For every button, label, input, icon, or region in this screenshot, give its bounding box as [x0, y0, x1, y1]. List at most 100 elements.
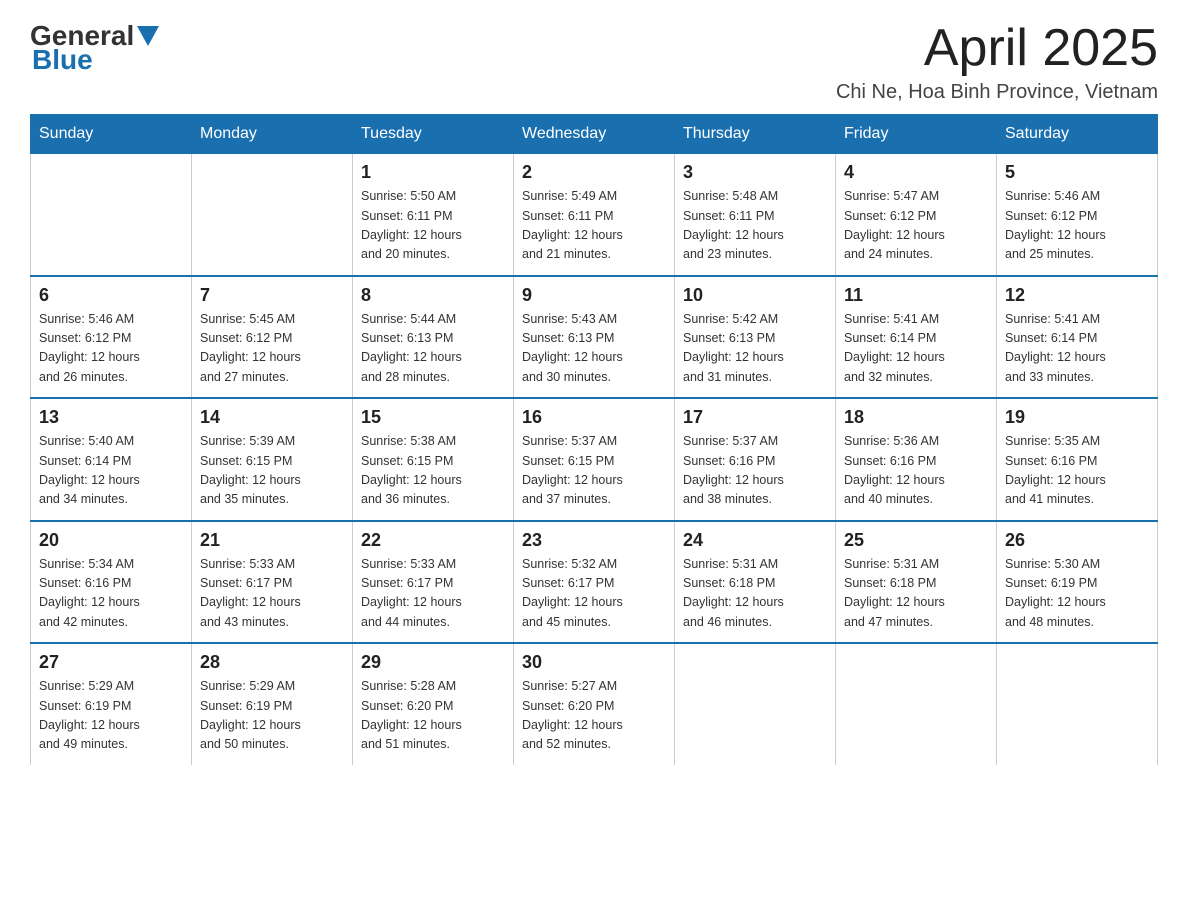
calendar-cell: 6Sunrise: 5:46 AM Sunset: 6:12 PM Daylig…	[31, 276, 192, 399]
calendar-cell: 7 Sunrise: 5:45 AM Sunset: 6:12 PM Daylig…	[192, 276, 353, 399]
day-info: Sunrise: 5:29 AM Sunset: 6:19 PM Dayligh…	[200, 677, 344, 755]
day-info: Sunrise: 5:49 AM Sunset: 6:11 PM Dayligh…	[522, 187, 666, 265]
calendar-cell: 27Sunrise: 5:29 AM Sunset: 6:19 PM Dayli…	[31, 643, 192, 765]
calendar-week-row: 1 Sunrise: 5:50 AM Sunset: 6:11 PM Daylig…	[31, 154, 1158, 276]
day-number: 3	[683, 162, 827, 183]
calendar-week-row: 20Sunrise: 5:34 AM Sunset: 6:16 PM Dayli…	[31, 521, 1158, 644]
weekday-header-sunday: Sunday	[31, 115, 192, 154]
day-info: Sunrise: 5:28 AM Sunset: 6:20 PM Dayligh…	[361, 677, 505, 755]
day-number: 24	[683, 530, 827, 551]
day-number: 4	[844, 162, 988, 183]
day-number: 22	[361, 530, 505, 551]
logo-triangle-icon	[137, 26, 159, 48]
day-info: Sunrise: 5:31 AM Sunset: 6:18 PM Dayligh…	[844, 555, 988, 633]
day-info: Sunrise: 5:38 AM Sunset: 6:15 PM Dayligh…	[361, 432, 505, 510]
day-number: 10	[683, 285, 827, 306]
day-info: Sunrise: 5:40 AM Sunset: 6:14 PM Dayligh…	[39, 432, 183, 510]
calendar-cell	[192, 154, 353, 276]
day-number: 9	[522, 285, 666, 306]
calendar-cell: 3 Sunrise: 5:48 AM Sunset: 6:11 PM Daylig…	[675, 154, 836, 276]
logo-text-blue: Blue	[32, 44, 93, 76]
day-number: 20	[39, 530, 183, 551]
day-info: Sunrise: 5:39 AM Sunset: 6:15 PM Dayligh…	[200, 432, 344, 510]
day-number: 2	[522, 162, 666, 183]
calendar-cell: 8 Sunrise: 5:44 AM Sunset: 6:13 PM Daylig…	[353, 276, 514, 399]
day-number: 11	[844, 285, 988, 306]
day-number: 7	[200, 285, 344, 306]
day-info: Sunrise: 5:44 AM Sunset: 6:13 PM Dayligh…	[361, 310, 505, 388]
day-info: Sunrise: 5:30 AM Sunset: 6:19 PM Dayligh…	[1005, 555, 1149, 633]
day-info: Sunrise: 5:43 AM Sunset: 6:13 PM Dayligh…	[522, 310, 666, 388]
day-info: Sunrise: 5:41 AM Sunset: 6:14 PM Dayligh…	[1005, 310, 1149, 388]
day-info: Sunrise: 5:37 AM Sunset: 6:16 PM Dayligh…	[683, 432, 827, 510]
location-title: Chi Ne, Hoa Binh Province, Vietnam	[836, 81, 1158, 104]
calendar-cell: 20Sunrise: 5:34 AM Sunset: 6:16 PM Dayli…	[31, 521, 192, 644]
calendar-cell: 30Sunrise: 5:27 AM Sunset: 6:20 PM Dayli…	[514, 643, 675, 765]
calendar-table: SundayMondayTuesdayWednesdayThursdayFrid…	[30, 114, 1158, 765]
calendar-week-row: 27 Sunrise: 5:29 AM Sunset: 6:19 PM Dayli…	[31, 643, 1158, 765]
weekday-header-saturday: Saturday	[997, 115, 1158, 154]
calendar-cell: 9 Sunrise: 5:43 AM Sunset: 6:13 PM Daylig…	[514, 276, 675, 399]
calendar-cell: 15 Sunrise: 5:38 AM Sunset: 6:15 PM Dayli…	[353, 398, 514, 521]
day-number: 17	[683, 407, 827, 428]
calendar-cell: 12 Sunrise: 5:41 AM Sunset: 6:14 PM Dayli…	[997, 276, 1158, 399]
day-info: Sunrise: 5:47 AM Sunset: 6:12 PM Dayligh…	[844, 187, 988, 265]
day-number: 8	[361, 285, 505, 306]
day-info: Sunrise: 5:46 AM Sunset: 6:12 PM Dayligh…	[39, 310, 183, 388]
day-number: 15	[361, 407, 505, 428]
calendar-cell: 10 Sunrise: 5:42 AM Sunset: 6:13 PM Dayli…	[675, 276, 836, 399]
day-number: 23	[522, 530, 666, 551]
day-number: 28	[200, 652, 344, 673]
calendar-cell	[675, 643, 836, 765]
day-number: 5	[1005, 162, 1149, 183]
day-info: Sunrise: 5:50 AM Sunset: 6:11 PM Dayligh…	[361, 187, 505, 265]
weekday-header-wednesday: Wednesday	[514, 115, 675, 154]
day-info: Sunrise: 5:48 AM Sunset: 6:11 PM Dayligh…	[683, 187, 827, 265]
day-number: 13	[39, 407, 183, 428]
title-section: April 2025 Chi Ne, Hoa Binh Province, Vi…	[836, 20, 1158, 104]
day-info: Sunrise: 5:31 AM Sunset: 6:18 PM Dayligh…	[683, 555, 827, 633]
day-info: Sunrise: 5:37 AM Sunset: 6:15 PM Dayligh…	[522, 432, 666, 510]
calendar-cell: 14Sunrise: 5:39 AM Sunset: 6:15 PM Dayli…	[192, 398, 353, 521]
day-number: 16	[522, 407, 666, 428]
day-number: 29	[361, 652, 505, 673]
weekday-header-friday: Friday	[836, 115, 997, 154]
calendar-cell: 2 Sunrise: 5:49 AM Sunset: 6:11 PM Daylig…	[514, 154, 675, 276]
calendar-cell: 22Sunrise: 5:33 AM Sunset: 6:17 PM Dayli…	[353, 521, 514, 644]
calendar-cell: 26 Sunrise: 5:30 AM Sunset: 6:19 PM Dayli…	[997, 521, 1158, 644]
calendar-cell: 29 Sunrise: 5:28 AM Sunset: 6:20 PM Dayli…	[353, 643, 514, 765]
month-title: April 2025	[836, 20, 1158, 77]
day-info: Sunrise: 5:32 AM Sunset: 6:17 PM Dayligh…	[522, 555, 666, 633]
calendar-cell: 4 Sunrise: 5:47 AM Sunset: 6:12 PM Daylig…	[836, 154, 997, 276]
weekday-header-thursday: Thursday	[675, 115, 836, 154]
calendar-cell	[997, 643, 1158, 765]
calendar-cell: 16 Sunrise: 5:37 AM Sunset: 6:15 PM Dayli…	[514, 398, 675, 521]
calendar-cell: 1 Sunrise: 5:50 AM Sunset: 6:11 PM Daylig…	[353, 154, 514, 276]
weekday-header-tuesday: Tuesday	[353, 115, 514, 154]
calendar-cell	[31, 154, 192, 276]
day-number: 30	[522, 652, 666, 673]
calendar-cell: 19 Sunrise: 5:35 AM Sunset: 6:16 PM Dayli…	[997, 398, 1158, 521]
calendar-cell: 28 Sunrise: 5:29 AM Sunset: 6:19 PM Dayli…	[192, 643, 353, 765]
day-info: Sunrise: 5:36 AM Sunset: 6:16 PM Dayligh…	[844, 432, 988, 510]
day-info: Sunrise: 5:35 AM Sunset: 6:16 PM Dayligh…	[1005, 432, 1149, 510]
calendar-cell: 24 Sunrise: 5:31 AM Sunset: 6:18 PM Dayli…	[675, 521, 836, 644]
calendar-cell: 21Sunrise: 5:33 AM Sunset: 6:17 PM Dayli…	[192, 521, 353, 644]
logo: General Blue	[30, 20, 159, 76]
day-number: 19	[1005, 407, 1149, 428]
day-info: Sunrise: 5:45 AM Sunset: 6:12 PM Dayligh…	[200, 310, 344, 388]
day-number: 26	[1005, 530, 1149, 551]
calendar-cell: 11Sunrise: 5:41 AM Sunset: 6:14 PM Dayli…	[836, 276, 997, 399]
day-number: 1	[361, 162, 505, 183]
calendar-cell	[836, 643, 997, 765]
calendar-cell: 25Sunrise: 5:31 AM Sunset: 6:18 PM Dayli…	[836, 521, 997, 644]
day-number: 12	[1005, 285, 1149, 306]
day-info: Sunrise: 5:33 AM Sunset: 6:17 PM Dayligh…	[200, 555, 344, 633]
calendar-week-row: 13 Sunrise: 5:40 AM Sunset: 6:14 PM Dayli…	[31, 398, 1158, 521]
calendar-cell: 17 Sunrise: 5:37 AM Sunset: 6:16 PM Dayli…	[675, 398, 836, 521]
calendar-cell: 13 Sunrise: 5:40 AM Sunset: 6:14 PM Dayli…	[31, 398, 192, 521]
day-number: 27	[39, 652, 183, 673]
day-info: Sunrise: 5:42 AM Sunset: 6:13 PM Dayligh…	[683, 310, 827, 388]
calendar-cell: 23 Sunrise: 5:32 AM Sunset: 6:17 PM Dayli…	[514, 521, 675, 644]
calendar-cell: 5Sunrise: 5:46 AM Sunset: 6:12 PM Daylig…	[997, 154, 1158, 276]
